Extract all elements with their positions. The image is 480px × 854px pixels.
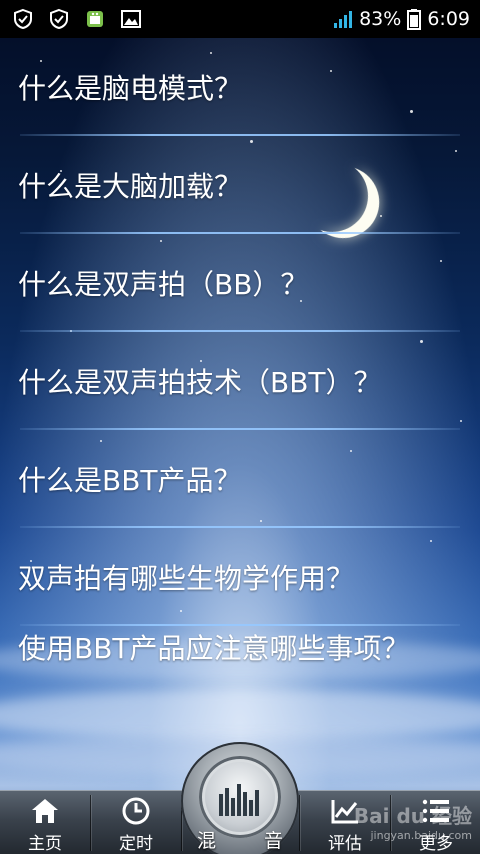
question-item-binaural-beats[interactable]: 什么是双声拍（BB）？ <box>0 234 480 332</box>
tab-evaluate[interactable]: 评估 <box>300 791 390 854</box>
question-label: 什么是脑电模式？ <box>18 72 243 105</box>
question-label: 双声拍有哪些生物学作用？ <box>18 562 355 595</box>
question-item-brain-loading[interactable]: 什么是大脑加载？ <box>0 136 480 234</box>
mix-button[interactable]: 混 音 <box>181 742 299 854</box>
question-label: 什么是大脑加载？ <box>18 170 243 203</box>
tab-label: 主页 <box>28 834 62 854</box>
tab-home[interactable]: 主页 <box>0 791 90 854</box>
question-item-biological-effects[interactable]: 双声拍有哪些生物学作用？ <box>0 528 480 626</box>
shield-check-icon <box>14 8 32 30</box>
signal-icon <box>334 11 353 28</box>
status-right: 83% 6:09 <box>333 0 470 38</box>
tab-label: 更多 <box>419 834 453 854</box>
question-list: 什么是脑电模式？ 什么是大脑加载？ 什么是双声拍（BB）？ 什么是双声拍技术（B… <box>0 38 480 746</box>
question-item-precautions[interactable]: 使用BBT产品应注意哪些事项？ <box>0 626 480 746</box>
question-label: 什么是BBT产品？ <box>18 464 242 497</box>
question-label: 什么是双声拍（BB）？ <box>18 268 309 301</box>
question-label: 使用BBT产品应注意哪些事项？ <box>18 632 410 665</box>
question-item-eeg-mode[interactable]: 什么是脑电模式？ <box>0 38 480 136</box>
menu-icon <box>422 799 449 823</box>
home-icon <box>32 799 58 823</box>
battery-percent: 83% <box>359 8 402 30</box>
question-item-bbt-product[interactable]: 什么是BBT产品？ <box>0 430 480 528</box>
question-label: 什么是双声拍技术（BBT）？ <box>18 366 382 399</box>
tab-timer[interactable]: 定时 <box>91 791 181 854</box>
tab-label: 定时 <box>119 834 153 854</box>
question-item-bbt-technology[interactable]: 什么是双声拍技术（BBT）？ <box>0 332 480 430</box>
mix-label-left: 混 <box>197 830 217 852</box>
chart-icon <box>331 800 358 824</box>
clock-icon <box>122 797 150 825</box>
battery-icon <box>407 9 422 30</box>
status-bar: 83% 6:09 <box>0 0 480 38</box>
tab-label: 评估 <box>328 834 362 854</box>
android-app-icon <box>87 11 103 27</box>
tab-more[interactable]: 更多 <box>391 791 480 854</box>
image-icon <box>121 10 141 28</box>
mix-label-right: 音 <box>263 830 283 852</box>
equalizer-icon <box>219 784 259 816</box>
shield-check-icon <box>50 8 68 30</box>
clock-time: 6:09 <box>427 8 470 30</box>
